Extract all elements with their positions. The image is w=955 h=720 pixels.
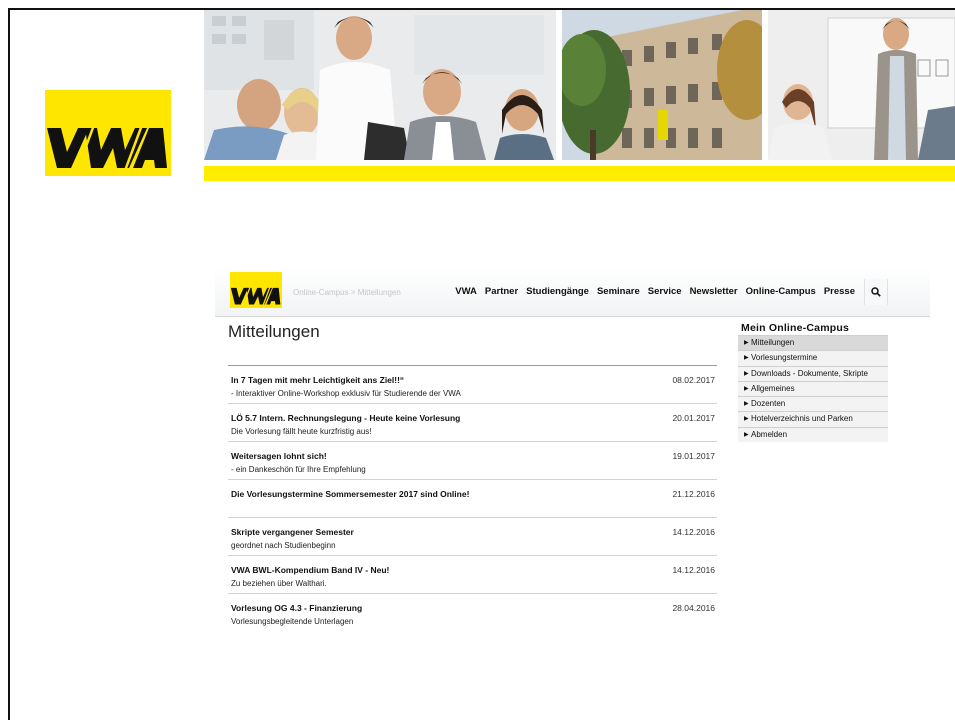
message-row[interactable]: In 7 Tagen mit mehr Leichtigkeit ans Zie…: [228, 366, 717, 404]
search-button[interactable]: [864, 279, 888, 305]
triangle-right-icon: ▶: [744, 340, 749, 346]
message-subtitle: Die Vorlesung fällt heute kurzfristig au…: [231, 427, 372, 436]
nav-item-presse[interactable]: Presse: [820, 286, 859, 297]
triangle-right-icon: ▶: [744, 370, 749, 377]
message-title[interactable]: In 7 Tagen mit mehr Leichtigkeit ans Zie…: [231, 375, 404, 385]
triangle-right-icon: ▶: [744, 401, 749, 408]
breadcrumb[interactable]: Online-Campus > Mitteilungen: [293, 288, 401, 297]
message-date: 19.01.2017: [672, 451, 715, 461]
message-date: 08.02.2017: [672, 375, 715, 385]
main-menu: VWA Partner Studiengänge Seminare Servic…: [451, 286, 859, 297]
nav-item-seminare[interactable]: Seminare: [593, 286, 644, 297]
sidebar-item-vorlesungstermine[interactable]: ▶ Vorlesungstermine: [738, 350, 888, 366]
message-list: In 7 Tagen mit mehr Leichtigkeit ans Zie…: [228, 365, 717, 632]
presentation-photo: [768, 10, 955, 160]
sidebar-item-dozenten[interactable]: ▶ Dozenten: [738, 396, 888, 412]
message-date: 28.04.2016: [672, 603, 715, 613]
message-subtitle: Vorlesungsbegleitende Unterlagen: [231, 617, 354, 626]
sidebar-item-mitteilungen[interactable]: ▶ Mitteilungen: [738, 335, 888, 351]
message-title[interactable]: Weitersagen lohnt sich!: [231, 451, 327, 461]
nav-item-newsletter[interactable]: Newsletter: [686, 286, 742, 297]
message-date: 14.12.2016: [672, 527, 715, 537]
building-photo: [562, 10, 762, 160]
team-photo: [204, 10, 556, 160]
top-navigation: Online-Campus > Mitteilungen VWA Partner…: [215, 268, 930, 317]
sidebar-item-label: Abmelden: [751, 429, 788, 439]
message-subtitle: geordnet nach Studienbeginn: [231, 541, 336, 550]
sidebar-item-label: Downloads - Dokumente, Skripte: [751, 368, 868, 378]
sidebar-item-label: Mitteilungen: [751, 338, 795, 347]
sidebar-item-label: Vorlesungstermine: [751, 353, 818, 363]
message-title[interactable]: Skripte vergangener Semester: [231, 527, 354, 537]
message-row[interactable]: VWA BWL-Kompendium Band IV - Neu! Zu bez…: [228, 556, 717, 594]
website-screenshot: Online-Campus > Mitteilungen VWA Partner…: [215, 268, 930, 648]
sidebar-item-abmelden[interactable]: ▶ Abmelden: [738, 426, 888, 443]
message-subtitle: Zu beziehen über Walthari.: [231, 579, 327, 588]
message-subtitle: - Interaktiver Online-Workshop exklusiv …: [231, 389, 461, 398]
sidebar-title: Mein Online-Campus: [741, 322, 850, 334]
sidebar-item-downloads[interactable]: ▶ Downloads - Dokumente, Skripte: [738, 365, 888, 381]
message-date: 20.01.2017: [672, 413, 715, 423]
triangle-right-icon: ▶: [744, 416, 749, 423]
nav-item-online-campus[interactable]: Online-Campus: [742, 286, 820, 297]
vwa-logo: [45, 90, 171, 176]
triangle-right-icon: ▶: [744, 385, 749, 392]
message-date: 21.12.2016: [672, 489, 715, 499]
sidebar-item-label: Dozenten: [751, 399, 786, 409]
nav-item-vwa[interactable]: VWA: [451, 286, 481, 297]
yellow-accent-bar: [204, 166, 955, 181]
sidebar-item-label: Hotelverzeichnis und Parken: [751, 414, 853, 424]
message-row[interactable]: LÖ 5.7 Intern. Rechnungslegung - Heute k…: [228, 404, 717, 442]
header-banner: [204, 10, 955, 160]
message-row[interactable]: Vorlesung OG 4.3 - Finanzierung Vorlesun…: [228, 594, 717, 632]
message-date: 14.12.2016: [672, 565, 715, 575]
triangle-right-icon: ▶: [744, 431, 749, 438]
message-title[interactable]: LÖ 5.7 Intern. Rechnungslegung - Heute k…: [231, 413, 460, 423]
search-icon: [871, 287, 881, 297]
triangle-right-icon: ▶: [744, 355, 749, 362]
sidebar-item-allgemeines[interactable]: ▶ Allgemeines: [738, 380, 888, 397]
message-row[interactable]: Skripte vergangener Semester geordnet na…: [228, 518, 717, 556]
message-title[interactable]: Die Vorlesungstermine Sommersemester 201…: [231, 489, 469, 499]
nav-vwa-logo[interactable]: [230, 272, 282, 308]
nav-item-studiengaenge[interactable]: Studiengänge: [522, 286, 593, 297]
message-row[interactable]: Die Vorlesungstermine Sommersemester 201…: [228, 480, 717, 518]
message-title[interactable]: Vorlesung OG 4.3 - Finanzierung: [231, 603, 362, 613]
message-row[interactable]: Weitersagen lohnt sich! - ein Dankeschön…: [228, 442, 717, 480]
campus-sidebar: Mein Online-Campus ▶ Mitteilungen ▶ Vorles…: [738, 320, 888, 443]
message-subtitle: - ein Dankeschön für Ihre Empfehlung: [231, 465, 366, 474]
sidebar-item-hotelverzeichnis[interactable]: ▶ Hotelverzeichnis und Parken: [738, 411, 888, 427]
sidebar-item-label: Allgemeines: [751, 383, 795, 393]
message-title[interactable]: VWA BWL-Kompendium Band IV - Neu!: [231, 565, 389, 575]
nav-item-partner[interactable]: Partner: [481, 286, 522, 297]
page-title: Mitteilungen: [228, 322, 320, 341]
nav-item-service[interactable]: Service: [644, 286, 686, 297]
